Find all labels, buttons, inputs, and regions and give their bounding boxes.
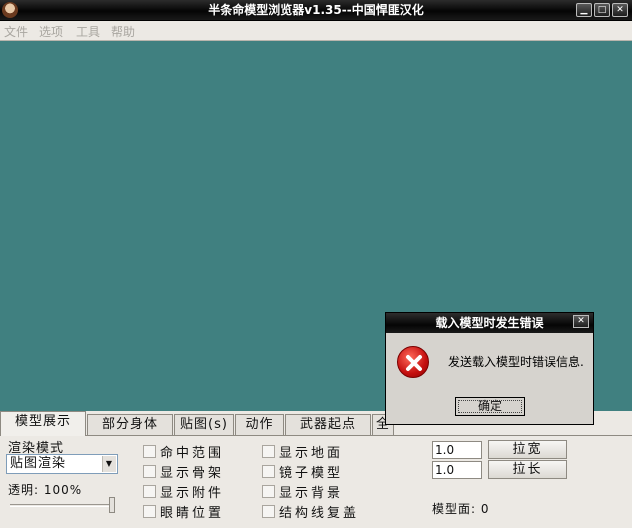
scale-height-input[interactable]: 1.0 <box>432 461 482 479</box>
error-icon <box>397 346 429 378</box>
main-window: 半条命模型浏览器v1.35--中国悍匪汉化 ▁ □ ✕ 文件 选项 工具 帮助 … <box>0 0 632 528</box>
opacity-label: 透明: 100% <box>8 483 83 497</box>
control-panel: 模型展示 部分身体 贴图(s) 动作 武器起点 全 渲染模式 贴图渲染 ▼ 透明… <box>0 411 632 528</box>
checkbox-bones[interactable] <box>143 465 156 478</box>
chevron-down-icon[interactable]: ▼ <box>102 456 116 472</box>
menu-tools[interactable]: 工具 <box>76 23 100 40</box>
opacity-slider-track[interactable] <box>10 504 114 507</box>
checkbox-wireframe[interactable] <box>262 505 275 518</box>
model-faces-label: 模型面: 0 <box>432 502 490 516</box>
menu-bar: 文件 选项 工具 帮助 <box>0 21 632 41</box>
tab-content: 渲染模式 贴图渲染 ▼ 透明: 100% 命中范围 显示骨架 显示附件 眼睛位置… <box>0 435 632 528</box>
error-dialog: 载入模型时发生错误 ✕ 发送载入模型时错误信息. 确定 <box>385 312 594 425</box>
tab-sequences[interactable]: 动作 <box>235 414 284 436</box>
tab-model-display[interactable]: 模型展示 <box>0 411 86 436</box>
render-mode-select[interactable]: 贴图渲染 ▼ <box>6 454 118 474</box>
checkbox-wireframe-label: 结构线复盖 <box>279 506 360 521</box>
checkbox-eye-position-label: 眼睛位置 <box>160 506 225 521</box>
title-bar[interactable]: 半条命模型浏览器v1.35--中国悍匪汉化 ▁ □ ✕ <box>0 0 632 21</box>
checkbox-hitbox-label: 命中范围 <box>160 446 225 461</box>
checkbox-eye-position[interactable] <box>143 505 156 518</box>
opacity-slider-thumb[interactable] <box>109 497 115 513</box>
checkbox-hitbox[interactable] <box>143 445 156 458</box>
minimize-button[interactable]: ▁ <box>576 3 592 17</box>
maximize-button[interactable]: □ <box>594 3 610 17</box>
checkbox-background-label: 显示背景 <box>279 486 344 501</box>
checkbox-ground[interactable] <box>262 445 275 458</box>
stretch-height-button[interactable]: 拉长 <box>488 460 567 479</box>
checkbox-background[interactable] <box>262 485 275 498</box>
stretch-width-button[interactable]: 拉宽 <box>488 440 567 459</box>
checkbox-mirror[interactable] <box>262 465 275 478</box>
render-mode-value: 贴图渲染 <box>10 456 67 471</box>
ok-button[interactable]: 确定 <box>455 397 525 416</box>
dialog-close-button[interactable]: ✕ <box>573 315 589 328</box>
window-title: 半条命模型浏览器v1.35--中国悍匪汉化 <box>208 3 424 17</box>
menu-help[interactable]: 帮助 <box>111 23 135 40</box>
menu-options[interactable]: 选项 <box>39 23 63 40</box>
tab-textures[interactable]: 贴图(s) <box>174 414 234 436</box>
checkbox-bones-label: 显示骨架 <box>160 466 225 481</box>
dialog-title[interactable]: 载入模型时发生错误 <box>386 313 593 333</box>
checkbox-attachments[interactable] <box>143 485 156 498</box>
checkbox-mirror-label: 镜子模型 <box>279 466 344 481</box>
dialog-message: 发送载入模型时错误信息. <box>448 355 584 369</box>
menu-file[interactable]: 文件 <box>4 23 28 40</box>
checkbox-attachments-label: 显示附件 <box>160 486 225 501</box>
scale-width-input[interactable]: 1.0 <box>432 441 482 459</box>
close-button[interactable]: ✕ <box>612 3 628 17</box>
tab-body-parts[interactable]: 部分身体 <box>87 414 173 436</box>
tab-weapon-origin[interactable]: 武器起点 <box>285 414 371 436</box>
checkbox-ground-label: 显示地面 <box>279 446 344 461</box>
